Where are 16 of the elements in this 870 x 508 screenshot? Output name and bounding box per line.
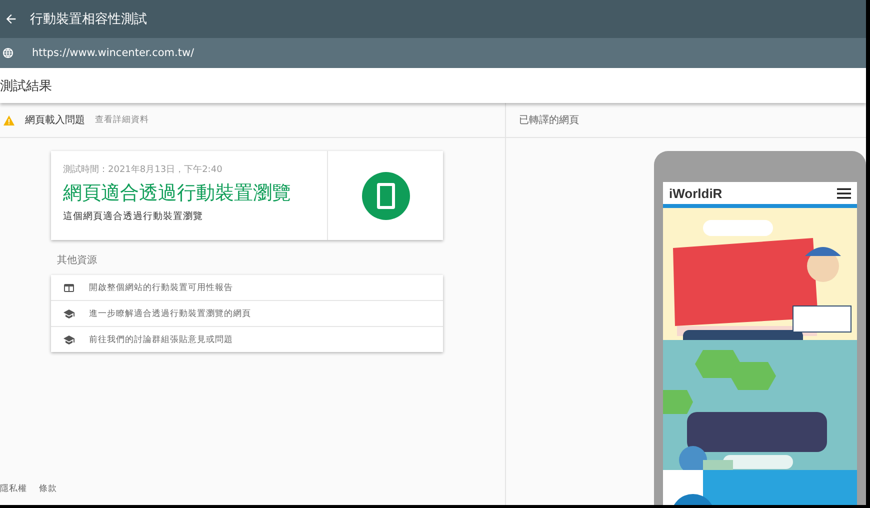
app-title: 行動裝置相容性測試 — [30, 11, 147, 28]
test-time: 測試時間：2021年8月13日，下午2:40 — [63, 164, 224, 176]
rendered-page-title: 已轉譯的網頁 — [519, 114, 579, 127]
resource-item[interactable]: 前往我們的討論群組張貼意見或問題 — [51, 326, 443, 352]
result-headline: 網頁適合透過行動裝置瀏覽 — [63, 181, 292, 206]
footer-link[interactable]: 隱私權 — [0, 483, 27, 495]
site-logo: iWorldiR — [669, 186, 722, 200]
resource-item[interactable]: 開啟整個網站的行動裝置可用性報告 — [51, 275, 443, 300]
issue-label: 網頁載入問題 — [25, 114, 85, 127]
resource-item[interactable]: 進一步瞭解適合透過行動裝置瀏覽的網頁 — [51, 300, 443, 326]
result-description: 這個網頁適合透過行動裝置瀏覽 — [63, 210, 204, 223]
results-title: 測試結果 — [0, 78, 52, 94]
tested-url: https://www.wincenter.com.tw/ — [32, 47, 194, 59]
details-link[interactable]: 查看詳細資料 — [95, 114, 149, 126]
footer-link[interactable]: 條款 — [39, 483, 57, 495]
resources-title: 其他資源 — [57, 254, 97, 267]
